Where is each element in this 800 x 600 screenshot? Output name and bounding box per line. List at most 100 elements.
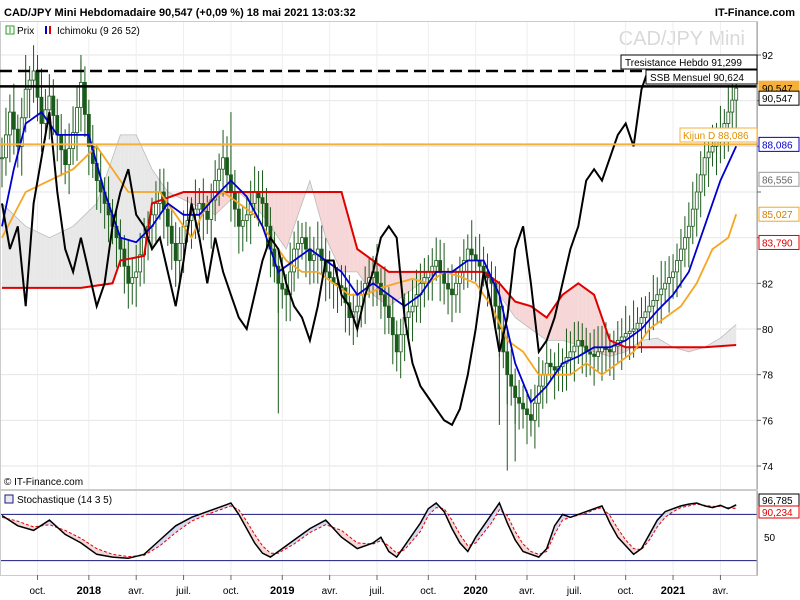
cloud-segment <box>84 211 89 288</box>
candle-body <box>7 111 12 136</box>
candle-body <box>469 248 474 256</box>
stoch-badge-text: 96,785 <box>762 496 793 507</box>
candle-body <box>607 349 612 353</box>
candle-body <box>446 282 450 290</box>
candle-body <box>382 294 387 307</box>
cloud-segment <box>57 231 62 288</box>
candle-body <box>217 168 222 181</box>
x-axis: oct. 2018 avr. juil. oct. 2019 avr. juil. oct. 20… <box>29 575 728 597</box>
chart-canvas: CAD/JPY Mini 74 76 78 80 82 92 oct. 2018 avr. ju… <box>0 7 800 597</box>
cloud-segment <box>590 291 595 352</box>
candle-body <box>572 345 577 353</box>
cloud-segment <box>37 231 42 288</box>
stoch-legend-icon <box>4 494 14 504</box>
x-tick-label: 2021 <box>661 585 685 597</box>
chart-title: CAD/JPY Mini Hebdomadaire 90,547 (+0,09 … <box>4 7 356 19</box>
candle-body <box>165 208 170 227</box>
cloud-segment <box>45 235 50 288</box>
ssb-annotation-text: SSB Mensuel 90,624 <box>650 73 744 84</box>
candle-body <box>576 340 581 347</box>
price-badge-text: 83,790 <box>762 238 793 249</box>
candle-body <box>63 149 68 165</box>
candle-body <box>548 362 553 368</box>
candle-body <box>706 151 711 159</box>
candle-body <box>31 70 36 81</box>
cloud-segment <box>41 233 46 288</box>
candle-body <box>126 265 131 284</box>
candle-body <box>592 353 597 357</box>
candle-body <box>671 271 675 279</box>
candle-body <box>702 157 707 176</box>
copyright-label: © IT-Finance.com <box>4 477 83 488</box>
legend-stochastic[interactable]: Stochastique (14 3 5) <box>4 494 112 506</box>
candle-body <box>663 282 668 290</box>
candle-body <box>517 397 522 404</box>
cloud-segment <box>586 289 591 351</box>
price-badge-text: 86,556 <box>762 175 793 186</box>
candle-body <box>675 260 679 273</box>
candle-body <box>355 305 360 313</box>
candle-body <box>173 242 178 261</box>
candle-body <box>643 311 648 318</box>
candle-body <box>386 305 391 318</box>
candle-body <box>682 237 687 250</box>
cloud-segment <box>13 214 18 288</box>
cloud-segment <box>92 203 97 287</box>
x-tick-label: avr. <box>519 586 535 597</box>
candle-body <box>434 260 439 267</box>
resistance-annotation-text: Tresistance Hebdo 91,299 <box>625 58 742 69</box>
candle-body <box>690 208 695 227</box>
candle-body <box>552 366 557 371</box>
candle-body <box>284 288 289 296</box>
x-tick-label: oct. <box>420 586 436 597</box>
x-tick-label: avr. <box>322 586 338 597</box>
cloud-segment <box>582 286 587 349</box>
candle-body <box>304 237 308 250</box>
cloud-segment <box>96 192 101 286</box>
candle-body <box>521 402 525 410</box>
candle-body <box>635 322 640 330</box>
candle-body <box>296 242 300 250</box>
candle-body <box>0 157 4 160</box>
candle-body <box>406 311 411 318</box>
x-tick-label: oct. <box>29 586 45 597</box>
price-legend-label: Prix <box>17 26 34 37</box>
cloud-segment <box>653 338 658 348</box>
candle-body <box>236 208 241 227</box>
y-tick-label: 74 <box>762 462 774 473</box>
candle-body <box>300 237 304 244</box>
price-badge: 90,547 <box>758 90 800 106</box>
price-badge-text: 85,027 <box>762 210 793 221</box>
legend-ichimoku[interactable]: Ichimoku (9 26 52) <box>43 25 140 37</box>
x-tick-label: juil. <box>566 586 582 597</box>
candle-body <box>505 351 510 376</box>
price-badges: 90,54790,54788,08686,55685,02783,790 <box>758 80 800 250</box>
cloud-segment <box>49 235 54 288</box>
cloud-segment <box>649 338 654 348</box>
candle-body <box>454 282 458 296</box>
candle-body <box>221 157 225 170</box>
candle-body <box>177 242 182 261</box>
brand-label[interactable]: IT-Finance.com <box>715 7 795 19</box>
candle-body <box>225 157 229 176</box>
cloud-segment <box>124 134 129 260</box>
candle-body <box>197 203 202 210</box>
cloud-segment <box>566 289 571 343</box>
candle-body <box>39 96 44 124</box>
y-tick-label: 82 <box>762 279 774 290</box>
ichimoku-legend-label: Ichimoku (9 26 52) <box>57 26 140 37</box>
cloud-segment <box>519 302 524 324</box>
cloud-segment <box>645 339 650 348</box>
cloud-segment <box>574 283 579 345</box>
candle-body <box>730 99 735 113</box>
candle-body <box>51 95 56 116</box>
cloud-segment <box>278 192 283 244</box>
candle-body <box>154 203 158 216</box>
candle-body <box>47 95 52 111</box>
cloud-segment <box>282 192 287 250</box>
candle-body <box>639 317 644 324</box>
watermark: CAD/JPY Mini <box>619 28 745 50</box>
candle-body <box>619 336 624 341</box>
candle-body <box>679 248 683 261</box>
stoch-panel-frame <box>0 490 758 576</box>
